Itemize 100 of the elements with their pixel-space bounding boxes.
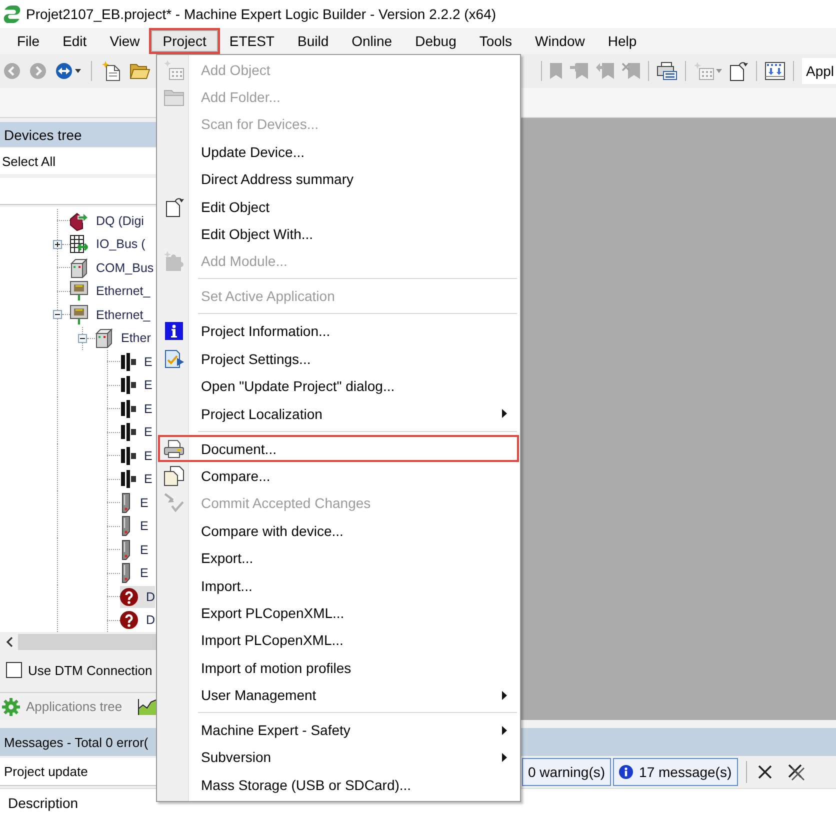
printer-icon xyxy=(164,438,184,459)
module-icon xyxy=(70,258,88,278)
collapse-icon[interactable] xyxy=(78,334,87,343)
menu-item[interactable]: Document... xyxy=(158,434,519,462)
tree-item[interactable]: E xyxy=(120,538,148,561)
caret-icon[interactable] xyxy=(75,69,81,73)
menu-item[interactable]: Project Information... xyxy=(158,318,519,346)
combo-field[interactable]: Project update xyxy=(0,758,156,786)
connector-icon xyxy=(120,398,136,419)
menu-bar-item[interactable]: Edit xyxy=(51,28,98,54)
menu-bar-item[interactable]: Tools xyxy=(468,28,524,54)
tree-item[interactable]: D xyxy=(120,586,156,608)
menu-item[interactable]: Compare with device... xyxy=(158,517,519,544)
menu-bar-item[interactable]: Online xyxy=(340,28,404,54)
menu-bar-item[interactable]: Build xyxy=(286,28,340,54)
filter-button[interactable]: 0 warning(s) xyxy=(522,758,612,786)
collapse-icon[interactable] xyxy=(53,310,62,320)
tree-item[interactable]: E xyxy=(120,515,148,538)
menu-item[interactable]: Open "Update Project" dialog... xyxy=(158,372,519,400)
menu-item[interactable]: Subversion xyxy=(158,744,519,772)
connector-icon xyxy=(120,446,136,466)
document-arrow-icon xyxy=(164,196,184,217)
tree-item[interactable]: DQ (Digi xyxy=(70,210,144,232)
calendar-icon[interactable] xyxy=(765,62,785,80)
device-icon xyxy=(120,563,132,584)
new-document-icon[interactable] xyxy=(102,61,120,81)
menu-item[interactable]: Direct Address summary xyxy=(158,166,519,193)
menu-bar-item[interactable]: Debug xyxy=(404,28,468,54)
chart-icon[interactable] xyxy=(138,698,156,714)
tree-item[interactable]: E xyxy=(120,468,152,490)
folder-icon xyxy=(164,87,184,108)
tree-item[interactable]: Ether xyxy=(95,327,151,350)
info-icon xyxy=(619,765,634,779)
panel-header: Devices tree xyxy=(0,122,156,147)
menu-item[interactable]: Compare... xyxy=(158,462,519,490)
tree-item[interactable]: E xyxy=(120,398,152,420)
menu-item[interactable]: Update Device... xyxy=(158,138,519,166)
connector-icon xyxy=(120,375,136,396)
delete-icon[interactable] xyxy=(756,764,773,780)
network-port-icon xyxy=(70,281,88,302)
menu-item[interactable]: User Management xyxy=(158,681,519,709)
select-all-button[interactable]: Select All xyxy=(0,148,156,174)
menu-item[interactable]: Machine Expert - Safety xyxy=(158,716,519,744)
menu-bar-item[interactable]: ETEST xyxy=(218,28,286,54)
tree-item[interactable]: E xyxy=(120,444,152,467)
folder-icon[interactable] xyxy=(130,62,150,80)
connector-icon xyxy=(120,422,136,442)
filter-field[interactable] xyxy=(0,178,156,205)
connector-icon xyxy=(120,352,136,372)
scrollbar-thumb[interactable] xyxy=(18,634,156,650)
menu-item[interactable]: Export PLCopenXML... xyxy=(158,599,519,627)
connector-icon xyxy=(120,469,136,490)
menu-bar-item[interactable]: Project xyxy=(148,28,220,54)
arrow-check-icon xyxy=(164,493,184,514)
tree-item[interactable]: E xyxy=(120,350,152,373)
checkbox[interactable] xyxy=(6,662,22,678)
checkbox-label: Use DTM Connection xyxy=(28,662,152,678)
menu-item[interactable]: Edit Object With... xyxy=(158,220,519,248)
device-icon xyxy=(120,492,132,513)
question-icon xyxy=(120,611,138,630)
device-icon xyxy=(120,516,132,536)
tree-item[interactable]: Ethernet_ xyxy=(70,304,150,326)
module-arrow-icon xyxy=(70,210,88,231)
documents-icon xyxy=(164,466,184,486)
module-icon xyxy=(95,328,113,348)
tree-item[interactable]: E xyxy=(120,421,152,444)
clipboard-icon[interactable] xyxy=(657,62,677,80)
menu-item[interactable]: Project Settings... xyxy=(158,345,519,372)
question-icon xyxy=(120,588,138,606)
device-icon xyxy=(120,540,132,560)
menu-item[interactable]: Import PLCopenXML... xyxy=(158,626,519,654)
expand-icon[interactable] xyxy=(53,240,62,249)
tree-item[interactable]: COM_Bus xyxy=(70,256,154,279)
combo-field[interactable]: Appl xyxy=(802,58,836,84)
menu-item[interactable]: Project Localization xyxy=(158,400,519,428)
window-title: Projet2107_EB.project* - Machine Expert Logic Builder - Version 2.2.2 (x64) xyxy=(26,6,496,22)
tree-item[interactable]: IO_Bus ( xyxy=(70,233,146,256)
menu-bar-item[interactable]: Window xyxy=(524,28,596,54)
network-port-icon xyxy=(70,304,88,325)
grid-arrows-icon xyxy=(70,234,88,254)
delete-all-icon[interactable] xyxy=(786,763,805,781)
filter-button[interactable]: 17 message(s) xyxy=(613,758,738,786)
tree-item[interactable]: E xyxy=(120,492,148,514)
logo-icon xyxy=(3,5,21,23)
menu-item[interactable]: Export... xyxy=(158,544,519,572)
menu-item[interactable]: Mass Storage (USB or SDCard)... xyxy=(158,771,519,799)
menu-bar-item[interactable]: Help xyxy=(596,28,648,54)
menu-bar-item[interactable]: File xyxy=(6,28,52,54)
menu-item[interactable]: Import... xyxy=(158,572,519,600)
menu-item[interactable]: Import of motion profiles xyxy=(158,654,519,682)
tree-item[interactable]: E xyxy=(120,374,152,396)
chevron-left-icon xyxy=(6,637,12,647)
tree-item[interactable]: D xyxy=(120,609,156,632)
document-check-icon xyxy=(164,348,184,369)
document-arrow-icon[interactable] xyxy=(730,61,748,81)
tree-item[interactable]: E xyxy=(120,562,148,584)
menu-bar-item[interactable]: View xyxy=(98,28,152,54)
menu-item[interactable]: Edit Object xyxy=(158,192,519,220)
tree-item[interactable]: Ethernet_ xyxy=(70,280,150,302)
tab[interactable]: Applications tree xyxy=(2,694,126,718)
